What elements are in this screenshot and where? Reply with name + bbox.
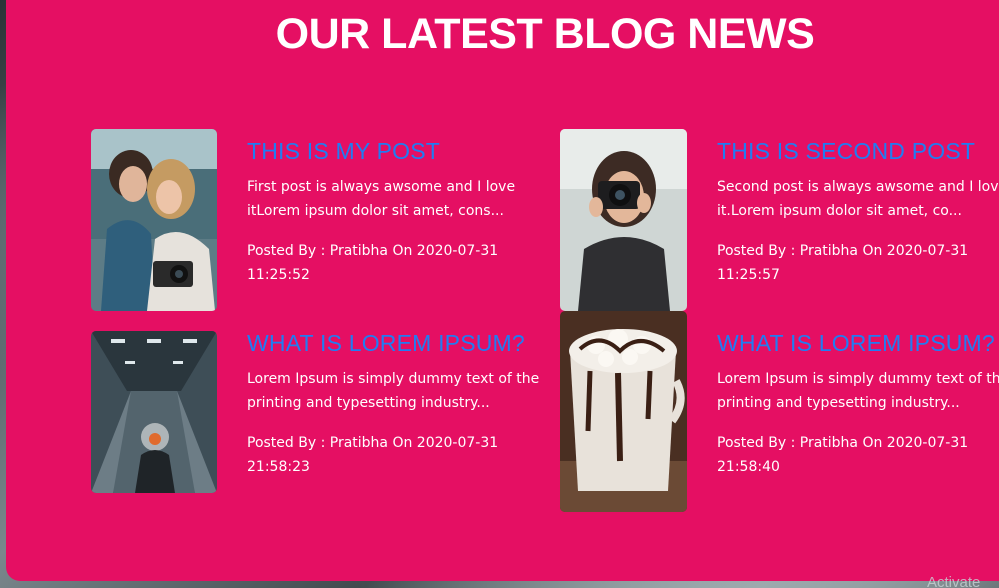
post-excerpt-line: Lorem Ipsum is simply dummy text of the — [247, 371, 540, 387]
subway-escalator-photo — [91, 331, 217, 493]
woman-with-camera-photo — [560, 129, 687, 311]
post-time: 21:58:40 — [717, 459, 780, 475]
post-time: 21:58:23 — [247, 459, 310, 475]
post-author-date: Posted By : Pratibha On 2020-07-31 — [717, 243, 969, 259]
post-excerpt-line: Second post is always awsome and I love — [717, 179, 999, 195]
hot-chocolate-marshmallow-photo — [560, 311, 687, 512]
post-thumbnail-2[interactable] — [560, 129, 687, 311]
post-title-1[interactable]: THIS IS MY POST — [247, 138, 440, 165]
post-excerpt-line: First post is always awsome and I love — [247, 179, 516, 195]
post-thumbnail-3[interactable] — [91, 331, 217, 493]
post-thumbnail-4[interactable] — [560, 311, 687, 512]
post-excerpt-line: it.Lorem ipsum dolor sit amet, co... — [717, 203, 962, 219]
two-women-with-camera-photo — [91, 129, 217, 311]
post-meta-4: Posted By : Pratibha On 2020-07-31 21:58… — [717, 431, 999, 479]
post-title-2[interactable]: THIS IS SECOND POST — [717, 138, 975, 165]
post-title-4[interactable]: WHAT IS LOREM IPSUM? — [717, 330, 995, 357]
post-excerpt-line: printing and typesetting industry... — [247, 395, 490, 411]
post-excerpt-2: Second post is always awsome and I love … — [717, 175, 999, 223]
post-excerpt-line: printing and typesetting industry... — [717, 395, 960, 411]
post-author-date: Posted By : Pratibha On 2020-07-31 — [717, 435, 969, 451]
activate-windows-watermark: Activate — [927, 574, 981, 588]
post-meta-2: Posted By : Pratibha On 2020-07-31 11:25… — [717, 239, 999, 287]
post-excerpt-1: First post is always awsome and I love i… — [247, 175, 547, 223]
post-time: 11:25:52 — [247, 267, 310, 283]
post-author-date: Posted By : Pratibha On 2020-07-31 — [247, 243, 499, 259]
post-meta-1: Posted By : Pratibha On 2020-07-31 11:25… — [247, 239, 547, 287]
post-excerpt-line: itLorem ipsum dolor sit amet, cons... — [247, 203, 504, 219]
post-excerpt-3: Lorem Ipsum is simply dummy text of the … — [247, 367, 547, 415]
post-excerpt-line: Lorem Ipsum is simply dummy text of the — [717, 371, 999, 387]
post-time: 11:25:57 — [717, 267, 780, 283]
section-title: OUR LATEST BLOG NEWS — [275, 10, 815, 58]
post-excerpt-4: Lorem Ipsum is simply dummy text of the … — [717, 367, 999, 415]
post-meta-3: Posted By : Pratibha On 2020-07-31 21:58… — [247, 431, 547, 479]
post-thumbnail-1[interactable] — [91, 129, 217, 311]
post-author-date: Posted By : Pratibha On 2020-07-31 — [247, 435, 499, 451]
post-title-3[interactable]: WHAT IS LOREM IPSUM? — [247, 330, 525, 357]
